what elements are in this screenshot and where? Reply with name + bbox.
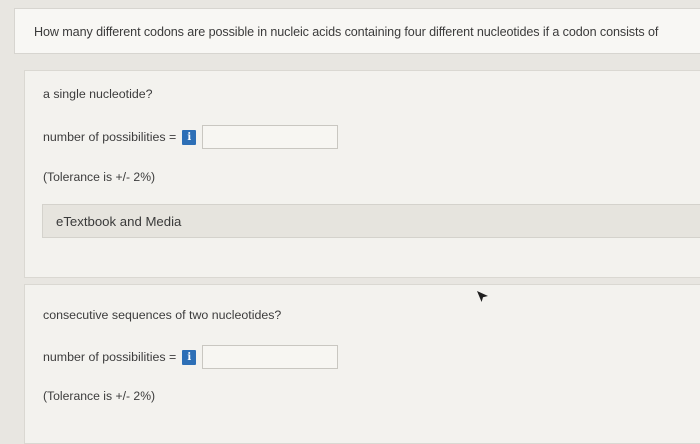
part-a-tolerance: (Tolerance is +/- 2%) [43, 170, 156, 184]
info-icon[interactable]: i [182, 129, 197, 145]
part-a-answer-input[interactable] [202, 125, 339, 149]
part-b-answer-input[interactable] [202, 345, 339, 369]
part-b-answer-label: number of possibilities = [43, 350, 177, 364]
part-b-answer-row: number of possibilities = i [43, 344, 339, 370]
part-b-panel: consecutive sequences of two nucleotides… [24, 284, 700, 444]
part-b-prompt: consecutive sequences of two nucleotides… [43, 308, 282, 322]
part-a-panel: a single nucleotide? number of possibili… [24, 70, 700, 278]
part-a-answer-row: number of possibilities = i [43, 124, 339, 150]
part-a-prompt: a single nucleotide? [43, 87, 153, 101]
info-icon[interactable]: i [182, 349, 197, 365]
question-header: How many different codons are possible i… [14, 8, 700, 54]
question-text: How many different codons are possible i… [34, 25, 659, 39]
mouse-cursor-icon [477, 291, 488, 302]
part-b-tolerance: (Tolerance is +/- 2%) [43, 389, 156, 403]
etextbook-media-bar[interactable]: eTextbook and Media [42, 204, 700, 238]
part-a-answer-label: number of possibilities = [43, 130, 177, 144]
etextbook-media-link[interactable]: eTextbook and Media [56, 214, 181, 229]
